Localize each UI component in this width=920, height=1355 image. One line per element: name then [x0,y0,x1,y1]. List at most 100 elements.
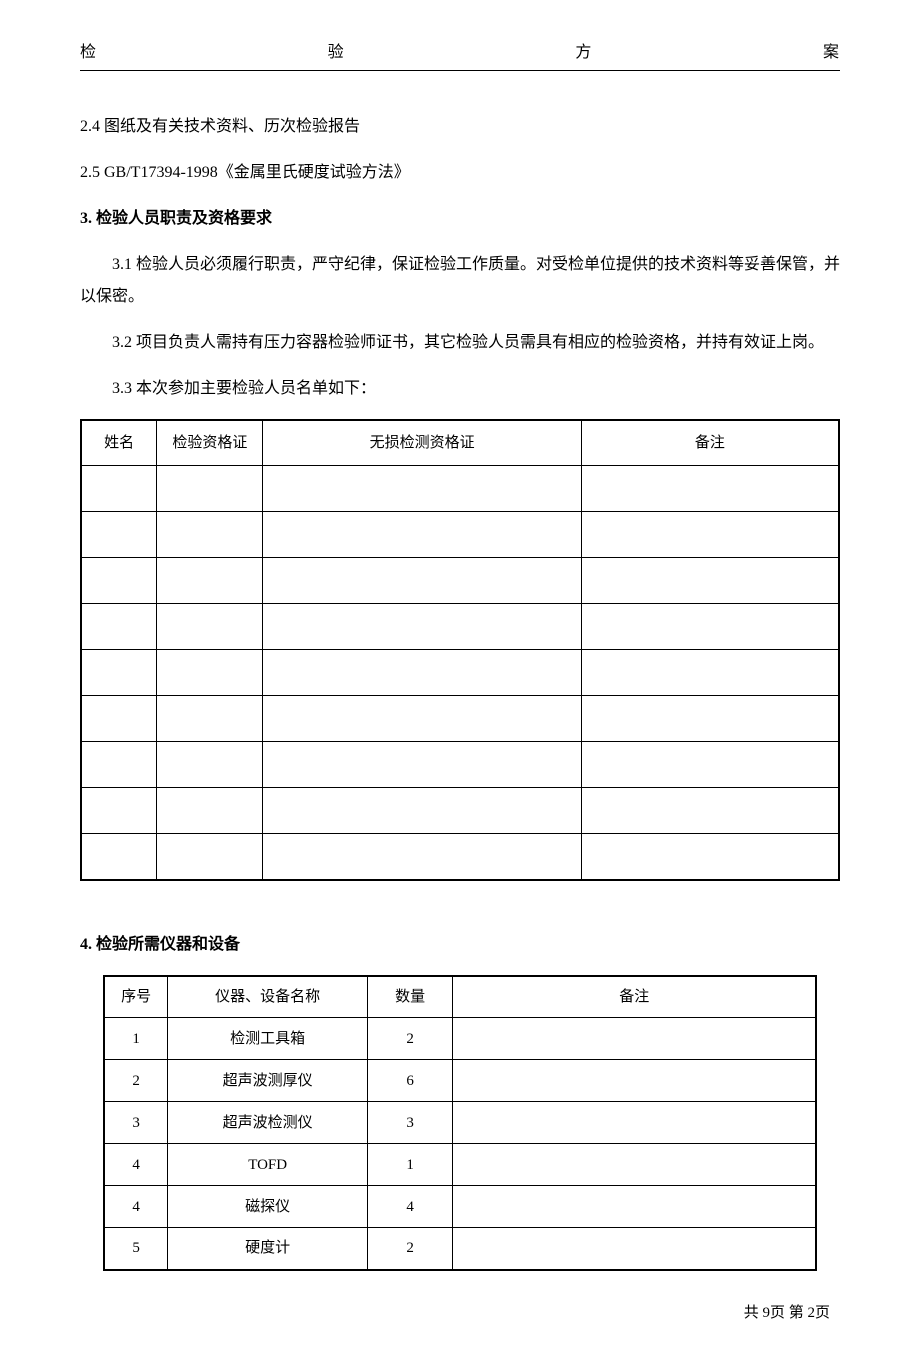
cell-remark [581,466,839,512]
cell-cert [157,788,263,834]
paragraph-3-1: 3.1 检验人员必须履行职责，严守纪律，保证检验工作质量。对受检单位提供的技术资… [80,249,840,313]
cell-name [81,650,157,696]
col-header-equipment-remark: 备注 [453,976,816,1018]
table-row: 1检测工具箱2 [104,1018,816,1060]
cell-name: 硬度计 [168,1228,367,1270]
header-char-3: 方 [575,40,592,66]
cell-cert [157,834,263,880]
cell-name: TOFD [168,1144,367,1186]
table-row [81,604,839,650]
cell-cert [157,512,263,558]
cell-remark [453,1186,816,1228]
cell-cert [157,604,263,650]
table-header-row: 姓名 检验资格证 无损检测资格证 备注 [81,420,839,466]
col-header-ndt: 无损检测资格证 [263,420,581,466]
paragraph-3-2: 3.2 项目负责人需持有压力容器检验师证书，其它检验人员需具有相应的检验资格，并… [80,327,840,359]
cell-cert [157,558,263,604]
cell-no: 1 [104,1018,168,1060]
cell-name [81,604,157,650]
cell-ndt [263,604,581,650]
page-footer: 共 9页 第 2页 [80,1301,840,1325]
cell-ndt [263,788,581,834]
table-row [81,834,839,880]
cell-name [81,834,157,880]
cell-ndt [263,512,581,558]
cell-remark [453,1102,816,1144]
cell-ndt [263,466,581,512]
cell-name [81,558,157,604]
personnel-table: 姓名 检验资格证 无损检测资格证 备注 [80,419,840,881]
table-header-row: 序号 仪器、设备名称 数量 备注 [104,976,816,1018]
cell-cert [157,696,263,742]
cell-qty: 2 [367,1228,452,1270]
header-char-2: 验 [328,40,345,66]
cell-name: 检测工具箱 [168,1018,367,1060]
cell-name: 超声波检测仪 [168,1102,367,1144]
cell-qty: 2 [367,1018,452,1060]
table-row: 5硬度计2 [104,1228,816,1270]
cell-no: 4 [104,1144,168,1186]
section-3-title: 3. 检验人员职责及资格要求 [80,203,840,235]
cell-qty: 4 [367,1186,452,1228]
cell-name [81,696,157,742]
cell-no: 4 [104,1186,168,1228]
cell-remark [581,834,839,880]
table-row: 3超声波检测仪3 [104,1102,816,1144]
paragraph-3-3: 3.3 本次参加主要检验人员名单如下： [80,373,840,405]
col-header-cert: 检验资格证 [157,420,263,466]
cell-remark [453,1144,816,1186]
col-header-remark: 备注 [581,420,839,466]
col-header-equipment-name: 仪器、设备名称 [168,976,367,1018]
table-row [81,742,839,788]
cell-no: 2 [104,1060,168,1102]
col-header-no: 序号 [104,976,168,1018]
cell-name: 磁探仪 [168,1186,367,1228]
table-row [81,558,839,604]
cell-ndt [263,696,581,742]
cell-name [81,512,157,558]
cell-cert [157,466,263,512]
table-row: 4磁探仪4 [104,1186,816,1228]
cell-remark [581,788,839,834]
table-row [81,788,839,834]
cell-qty: 3 [367,1102,452,1144]
item-2-4: 2.4 图纸及有关技术资料、历次检验报告 [80,111,840,143]
cell-cert [157,742,263,788]
table-row: 2超声波测厚仪6 [104,1060,816,1102]
cell-name [81,742,157,788]
col-header-name: 姓名 [81,420,157,466]
cell-name [81,788,157,834]
cell-cert [157,650,263,696]
equipment-tbody: 1检测工具箱22超声波测厚仪63超声波检测仪34TOFD14磁探仪45硬度计2 [104,1018,816,1270]
personnel-tbody [81,466,839,880]
cell-ndt [263,742,581,788]
cell-remark [581,696,839,742]
cell-remark [581,512,839,558]
cell-name: 超声波测厚仪 [168,1060,367,1102]
table-row [81,650,839,696]
col-header-qty: 数量 [367,976,452,1018]
cell-no: 5 [104,1228,168,1270]
cell-remark [453,1228,816,1270]
cell-ndt [263,558,581,604]
cell-remark [453,1060,816,1102]
cell-qty: 1 [367,1144,452,1186]
header-char-1: 检 [80,40,97,66]
cell-name [81,466,157,512]
header-char-4: 案 [823,40,840,66]
cell-remark [581,558,839,604]
cell-remark [581,742,839,788]
cell-no: 3 [104,1102,168,1144]
document-header: 检 验 方 案 [80,40,840,71]
table-row [81,512,839,558]
item-2-5: 2.5 GB/T17394-1998《金属里氏硬度试验方法》 [80,157,840,189]
cell-remark [453,1018,816,1060]
cell-remark [581,650,839,696]
equipment-table: 序号 仪器、设备名称 数量 备注 1检测工具箱22超声波测厚仪63超声波检测仪3… [103,975,817,1271]
cell-remark [581,604,839,650]
section-4-title: 4. 检验所需仪器和设备 [80,929,840,961]
table-row: 4TOFD1 [104,1144,816,1186]
table-row [81,696,839,742]
table-row [81,466,839,512]
cell-ndt [263,834,581,880]
